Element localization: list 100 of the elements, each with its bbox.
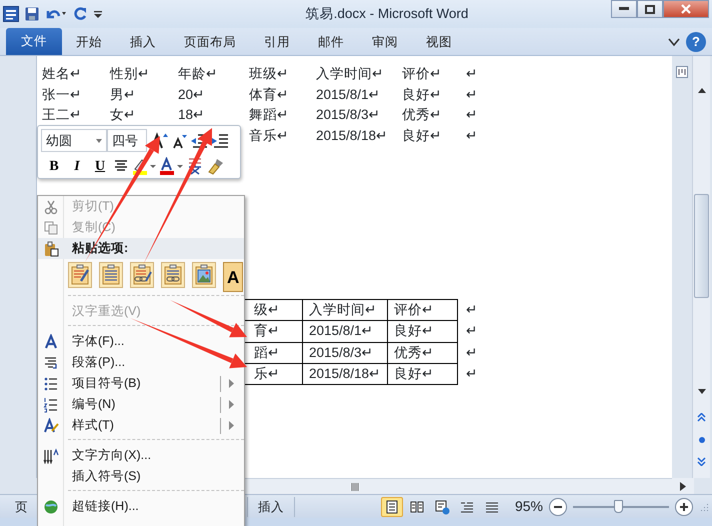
font-icon [43,334,59,350]
keep-source-formatting-option[interactable] [68,262,92,288]
bullets-icon [43,376,59,392]
document-text: 入学时间↵ [316,65,384,83]
window-title: 筑易.docx - Microsoft Word [304,4,470,23]
document-text: 性别↵ [110,65,150,83]
save-icon[interactable] [25,7,39,21]
previous-page-icon[interactable] [697,413,706,422]
submenu-arrow-icon [229,379,234,388]
paste-as-picture-option[interactable] [192,262,216,288]
table-cell: 2015/8/18↵ [302,363,388,384]
format-painter-icon[interactable] [207,157,225,175]
select-browse-object-icon[interactable] [698,436,706,444]
keep-text-only-option[interactable]: A [223,262,244,292]
document-text: 班级↵ [249,65,290,83]
document-text: 良好↵ [402,126,442,144]
document-text: 舞蹈↵ [249,106,290,124]
zoom-out-button[interactable] [549,498,567,516]
dropdown-arrow-icon[interactable] [96,138,102,142]
down-arrow-icon[interactable] [698,388,706,395]
row-end-mark: ↵ [458,320,478,342]
ribbon-tab[interactable]: 视图 [412,29,466,55]
decrease-indent-icon[interactable] [190,132,208,150]
increase-indent-icon[interactable] [211,132,229,150]
table-cell: 入学时间↵ [302,300,388,321]
zoom-percent[interactable]: 95% [514,496,549,517]
next-page-icon[interactable] [697,457,706,466]
document-text: 良好↵ [402,86,442,104]
ribbon-tab[interactable]: 邮件 [304,29,358,55]
close-button[interactable] [663,0,709,18]
underline-button[interactable]: U [90,155,110,177]
paste-with-link-option[interactable] [161,262,185,288]
zoom-slider-thumb[interactable] [614,500,624,512]
row-end-mark: ↵ [458,300,478,321]
close-icon[interactable] [681,4,691,14]
menu-item[interactable]: 超链接(H)... [38,496,244,517]
phonetic-guide-icon[interactable] [186,157,204,175]
status-insert-mode[interactable]: 插入 [248,496,295,516]
help-button[interactable]: ? [686,32,706,52]
app-icon[interactable] [3,6,19,22]
minus-icon[interactable] [554,506,562,508]
chevron-icon[interactable] [668,37,680,47]
italic-button[interactable]: I [67,155,87,177]
up-arrow-icon[interactable] [698,86,706,93]
row-end-mark: ↵ [458,342,478,364]
document-text: 2015/8/18↵ [316,126,388,144]
font-size-field[interactable]: 四号 [107,129,147,152]
document-text: 男↵ [110,86,136,104]
table-cell: 良好↵ [388,320,458,342]
table-cell: 良好↵ [388,363,458,384]
document-text: ↵ [466,126,478,144]
merge-formatting-option[interactable] [99,262,123,288]
ruler-icon[interactable] [676,66,688,78]
ribbon-tab[interactable]: 引用 [250,29,304,55]
bold-button[interactable]: B [44,155,64,177]
menu-item[interactable]: 编号(N) [38,394,244,415]
document-text: 2015/8/3↵ [316,106,381,124]
customize-toolbar-icon[interactable] [93,8,103,20]
plus-icon[interactable] [680,502,688,510]
styles-icon [43,418,59,434]
submenu-arrow-icon [229,421,234,430]
redo-icon[interactable] [73,7,87,21]
scroll-grip-icon[interactable] [350,482,358,490]
scissors-icon [43,198,59,214]
resize-grip-icon [699,502,709,512]
document-text: 年龄↵ [178,65,218,83]
document-text: ↵ [466,65,478,83]
document-text: 音乐↵ [249,126,290,144]
keep-formatting-with-link-option[interactable] [130,262,154,288]
font-name-field[interactable]: 幼圆 [41,129,107,152]
copy-icon [43,220,59,236]
document-text: 2015/8/1↵ [316,86,381,104]
maximize-icon[interactable] [645,4,655,14]
ribbon-tab[interactable]: 审阅 [358,29,412,55]
document-text: ↵ [466,86,478,104]
font-color-icon[interactable] [159,157,183,175]
document-text: 优秀↵ [402,106,442,124]
document-text: 王二↵ [42,106,82,124]
file-tab[interactable]: 文件 [6,28,62,55]
row-end-mark: ↵ [458,363,478,384]
ribbon-tab[interactable]: 页面布局 [170,29,250,55]
minimize-icon[interactable] [619,7,629,11]
zoom-in-button[interactable] [675,498,693,516]
vertical-scrollbar[interactable] [692,56,710,478]
ribbon-tab[interactable]: 开始 [62,29,116,55]
maximize-button[interactable] [637,0,663,18]
scrollbar-corner [0,478,37,494]
minimize-button[interactable] [611,0,637,18]
menu-item[interactable]: 文字方向(X)... [38,445,244,466]
scrollbar-thumb[interactable] [694,194,709,298]
table-cell: 优秀↵ [388,342,458,364]
table-cell: 2015/8/3↵ [302,342,388,364]
menu-item[interactable]: 插入符号(S) [38,466,244,487]
document-text: ↵ [466,106,478,124]
text-direction-icon [43,448,59,464]
ribbon-tab[interactable]: 插入 [116,29,170,55]
document-text: 姓名↵ [42,65,82,83]
document-text: 评价↵ [402,65,442,83]
right-arrow-icon[interactable] [680,482,686,490]
menu-item[interactable]: 样式(T) [38,415,244,436]
